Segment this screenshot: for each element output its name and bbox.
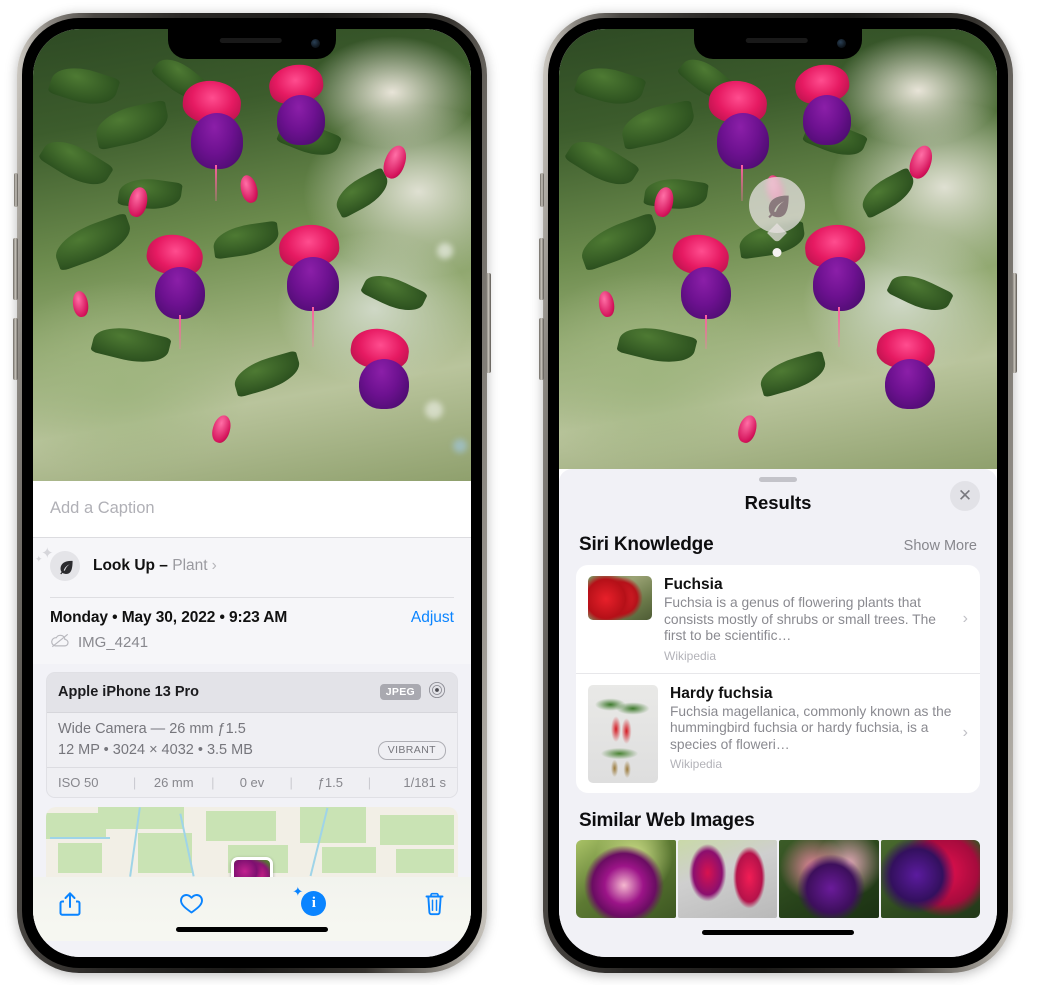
screen-left: Add a Caption ✦ ✦ Look Up – Plant › Mond… bbox=[33, 29, 471, 957]
photo-location-pin[interactable] bbox=[231, 856, 273, 877]
power-button[interactable] bbox=[1012, 273, 1017, 373]
exif-ev: 0 ev bbox=[239, 774, 265, 790]
visual-lookup-results-sheet: Results ✕ Siri Knowledge Show More Fuchs… bbox=[559, 469, 997, 957]
similar-web-images-title: Similar Web Images bbox=[579, 809, 755, 831]
exif-card[interactable]: Apple iPhone 13 Pro JPEG Wide Camera — 2… bbox=[46, 671, 458, 798]
home-indicator[interactable] bbox=[33, 926, 471, 941]
photo-toolbar: ✦ i bbox=[33, 876, 471, 927]
web-image-1[interactable] bbox=[576, 839, 676, 918]
format-badge: JPEG bbox=[379, 684, 421, 700]
screen-right: Results ✕ Siri Knowledge Show More Fuchs… bbox=[559, 29, 997, 957]
aperture-icon bbox=[428, 681, 446, 704]
close-icon[interactable]: ✕ bbox=[950, 481, 980, 511]
look-up-row[interactable]: ✦ ✦ Look Up – Plant › bbox=[33, 538, 471, 594]
phone-bezel: Add a Caption ✦ ✦ Look Up – Plant › Mond… bbox=[22, 18, 482, 968]
icloud-slash-icon bbox=[50, 633, 70, 653]
look-up-dash: – bbox=[155, 557, 173, 574]
exif-aperture: ƒ1.5 bbox=[317, 774, 343, 790]
leaf-icon bbox=[768, 195, 789, 219]
list-item[interactable]: Hardy fuchsia Fuchsia magellanica, commo… bbox=[576, 672, 980, 793]
chevron-right-icon: › bbox=[962, 724, 968, 741]
caption-input[interactable]: Add a Caption bbox=[33, 481, 471, 538]
front-camera-icon bbox=[311, 39, 320, 48]
earpiece-speaker bbox=[219, 38, 282, 43]
power-button[interactable] bbox=[486, 273, 491, 373]
result-description: Fuchsia is a genus of flowering plants t… bbox=[664, 595, 936, 643]
photo-date: Monday • May 30, 2022 • 9:23 AM bbox=[50, 608, 288, 626]
trash-icon[interactable] bbox=[424, 892, 445, 916]
lens-info: Wide Camera — 26 mm ƒ1.5 bbox=[58, 720, 246, 737]
photographic-style-badge: VIBRANT bbox=[377, 740, 446, 760]
photo-viewer[interactable] bbox=[559, 29, 997, 469]
siri-knowledge-title: Siri Knowledge bbox=[579, 534, 714, 555]
siri-knowledge-header: Siri Knowledge Show More bbox=[559, 534, 997, 565]
sparkle-icon: ✦ bbox=[292, 884, 304, 899]
result-source: Wikipedia bbox=[664, 648, 717, 663]
chevron-right-icon: › bbox=[962, 609, 968, 627]
visual-lookup-badge[interactable] bbox=[749, 177, 805, 257]
volume-up-button[interactable] bbox=[539, 238, 544, 300]
front-camera-icon bbox=[837, 39, 846, 48]
volume-up-button[interactable] bbox=[13, 238, 18, 300]
result-title: Hardy fuchsia bbox=[670, 684, 773, 702]
photo-filename: IMG_4241 bbox=[78, 634, 149, 651]
badge-dot bbox=[772, 248, 782, 257]
adjust-button[interactable]: Adjust bbox=[411, 609, 454, 627]
look-up-label: Look Up – Plant › bbox=[93, 557, 217, 575]
result-thumbnail bbox=[588, 684, 658, 783]
siri-knowledge-cards: Fuchsia Fuchsia is a genus of flowering … bbox=[576, 565, 980, 793]
phone-left: Add a Caption ✦ ✦ Look Up – Plant › Mond… bbox=[13, 13, 491, 973]
location-map[interactable] bbox=[46, 806, 458, 877]
silent-switch[interactable] bbox=[540, 173, 544, 207]
info-badge: i bbox=[301, 891, 327, 916]
heart-icon[interactable] bbox=[179, 892, 204, 915]
info-sparkle-icon[interactable]: ✦ i bbox=[292, 884, 327, 916]
look-up-kind: Plant bbox=[172, 557, 208, 574]
web-image-3[interactable] bbox=[779, 839, 879, 918]
results-title: Results bbox=[744, 492, 812, 513]
notch bbox=[168, 29, 336, 59]
pin-thumbnail bbox=[234, 859, 270, 877]
exif-footer: ISO 50 | 26 mm | 0 ev | ƒ1.5 | 1/181 s bbox=[47, 766, 457, 797]
silent-switch[interactable] bbox=[14, 173, 18, 207]
earpiece-speaker bbox=[745, 38, 808, 43]
volume-down-button[interactable] bbox=[539, 318, 544, 380]
notch bbox=[694, 29, 862, 59]
divider bbox=[50, 597, 454, 598]
phone-right: Results ✕ Siri Knowledge Show More Fuchs… bbox=[539, 13, 1017, 973]
volume-down-button[interactable] bbox=[13, 318, 18, 380]
sparkle-small-icon: ✦ bbox=[35, 554, 43, 564]
phone-bezel: Results ✕ Siri Knowledge Show More Fuchs… bbox=[548, 18, 1008, 968]
web-image-2[interactable] bbox=[677, 839, 777, 918]
photo-viewer[interactable] bbox=[33, 29, 471, 481]
similar-web-images-row bbox=[559, 839, 997, 918]
chevron-right-icon: › bbox=[211, 557, 217, 574]
exif-iso: ISO 50 bbox=[58, 774, 99, 790]
result-description: Fuchsia magellanica, commonly known as t… bbox=[670, 703, 952, 752]
photo-metadata: Monday • May 30, 2022 • 9:23 AM Adjust I… bbox=[33, 594, 471, 664]
result-title: Fuchsia bbox=[664, 576, 723, 593]
share-icon[interactable] bbox=[59, 891, 81, 917]
list-item[interactable]: Fuchsia Fuchsia is a genus of flowering … bbox=[576, 565, 980, 673]
image-specs: 12 MP • 3024 × 4032 • 3.5 MB bbox=[58, 742, 253, 758]
leaf-icon: ✦ ✦ bbox=[35, 545, 80, 581]
photo-info-sheet: Add a Caption ✦ ✦ Look Up – Plant › Mond… bbox=[33, 481, 471, 957]
result-thumbnail bbox=[588, 576, 652, 620]
home-indicator[interactable] bbox=[559, 918, 997, 944]
show-more-button[interactable]: Show More bbox=[904, 538, 977, 554]
camera-device: Apple iPhone 13 Pro bbox=[58, 684, 199, 700]
look-up-title: Look Up bbox=[93, 557, 155, 574]
web-image-4[interactable] bbox=[880, 839, 980, 918]
exif-focal: 26 mm bbox=[153, 774, 194, 790]
exif-shutter: 1/181 s bbox=[403, 774, 447, 790]
result-source: Wikipedia bbox=[670, 757, 723, 771]
